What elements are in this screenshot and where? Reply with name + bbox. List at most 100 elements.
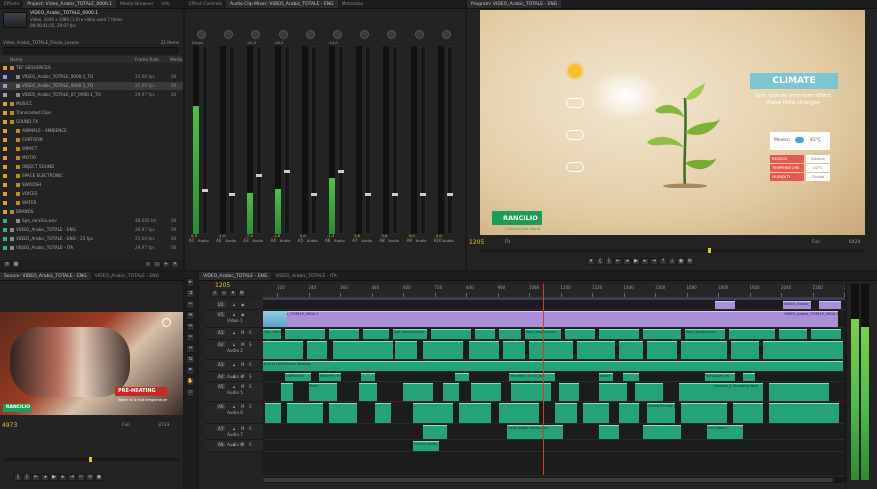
fader-handle[interactable] (446, 192, 453, 196)
track-id[interactable]: A1 (217, 330, 225, 335)
audio-clip[interactable] (511, 383, 551, 401)
pan-knob[interactable] (441, 30, 451, 39)
source-timecode[interactable]: 4973 (2, 422, 17, 429)
project-tab-2[interactable]: Media Browser (116, 0, 157, 8)
audio-clip[interactable] (565, 329, 595, 339)
audio-clip[interactable] (681, 341, 727, 359)
audio-clip[interactable] (729, 329, 775, 339)
audio-clip[interactable] (263, 341, 303, 359)
audio-clip[interactable]: Mysteric Tra (319, 373, 341, 381)
project-item[interactable]: VIDEO_Arabic_TOTALE - ENG 29,97 fps 00 (0, 226, 183, 234)
project-item[interactable]: CARTOON (0, 136, 183, 144)
audio-clip[interactable] (599, 329, 639, 339)
step-back-icon[interactable]: ◂ (41, 474, 49, 481)
pan-knob[interactable] (251, 30, 261, 39)
mute-icon[interactable]: M (241, 442, 244, 447)
play-icon[interactable]: ▶ (632, 258, 640, 265)
audio-clip[interactable]: Swoosh_1 Shooting Wire (713, 383, 763, 401)
mute-icon[interactable]: M (241, 384, 244, 389)
lock-icon[interactable]: 🔒︎ (233, 330, 235, 335)
audio-clip[interactable]: CARTOON (285, 373, 311, 381)
lock-icon[interactable]: 🔒︎ (233, 342, 235, 347)
program-timecode[interactable]: 1205 (469, 239, 484, 246)
track-header-a2[interactable]: A2 Audio 2 🔒︎ M S (205, 340, 263, 360)
icon-view-icon[interactable]: ▦ (12, 261, 20, 268)
audio-clip[interactable] (499, 329, 521, 339)
audio-clip[interactable] (577, 341, 615, 359)
track-header-v1[interactable]: V1 Video 1 🔒︎ ◉ (205, 310, 263, 328)
lock-icon[interactable]: 🔒︎ (233, 442, 235, 447)
fader-handle[interactable] (256, 174, 263, 178)
audio-clip[interactable] (363, 329, 389, 339)
track-id[interactable]: A7 (217, 426, 225, 431)
fader-handle[interactable] (229, 192, 236, 196)
project-item[interactable]: OBJECT SOUND (0, 163, 183, 171)
lock-icon[interactable]: 🔒︎ (233, 374, 235, 379)
project-item[interactable]: IMPACT (0, 145, 183, 153)
timeline-tab-0[interactable]: VIDEO_Arabic_TOTALE - ENG (199, 272, 272, 280)
audio-clip[interactable] (679, 383, 715, 401)
fader-handle[interactable] (419, 192, 426, 196)
audio-clip[interactable] (769, 383, 829, 401)
step-forward-icon[interactable]: ▸ (641, 258, 649, 265)
audio-clip[interactable] (455, 373, 469, 381)
go-to-in-icon[interactable]: ⇤ (614, 258, 622, 265)
audio-clip[interactable] (499, 403, 539, 423)
audio-clip[interactable] (643, 329, 681, 339)
track-header-a5[interactable]: A5 Audio 5 🔒︎ M S (205, 382, 263, 402)
project-item[interactable]: VOICES (0, 190, 183, 198)
col-media[interactable]: Media (170, 56, 183, 63)
play-icon[interactable]: ▶ (50, 474, 58, 481)
new-item-icon[interactable]: + (162, 261, 170, 268)
video-clip[interactable]: VIDEO_Arabic_TOTALE_0000.1 (783, 311, 838, 327)
timeline-ruler[interactable]: 120 240 360 480 600 720 840 960 1080 1200 1320 1440… (263, 284, 845, 298)
source-tab-1[interactable]: VIDEO_Arabic_TOTALE - ENG (91, 272, 163, 280)
slide-tool-icon[interactable]: ⇆ (186, 355, 195, 364)
audio-clip[interactable]: Long water wacky.wav (507, 425, 563, 439)
video-clip[interactable]: VIDEO_Arabic_TOTALE_0000.1 (263, 311, 783, 327)
audio-clip[interactable]: Ice Cubes_m (705, 373, 735, 381)
audio-clip[interactable] (619, 341, 643, 359)
audio-clip[interactable] (559, 383, 579, 401)
mute-icon[interactable]: M (241, 330, 244, 335)
mark-out-icon[interactable]: } (605, 258, 613, 265)
volume-fader[interactable] (202, 46, 208, 234)
mixer-tab-0[interactable]: Effect Controls (185, 0, 226, 8)
tab-program[interactable]: Program: VIDEO_Arabic_TOTALE - ENG (467, 0, 562, 8)
project-tab-0[interactable]: Effects (0, 0, 23, 8)
fader-handle[interactable] (365, 192, 372, 196)
pan-knob[interactable] (305, 30, 315, 39)
trash-icon[interactable]: ✕ (171, 261, 179, 268)
source-tab-0[interactable]: Source: VIDEO_Arabic_TOTALE - ENG (0, 272, 91, 280)
pan-knob[interactable] (333, 30, 342, 39)
search-icon[interactable]: ⌕ (144, 261, 152, 268)
pan-knob[interactable] (224, 30, 234, 39)
audio-clip[interactable] (619, 403, 639, 423)
go-to-in-icon[interactable]: ⇤ (32, 474, 40, 481)
audio-clip[interactable] (529, 341, 573, 359)
track-id[interactable]: V1 (217, 312, 225, 317)
audio-clip[interactable] (503, 341, 525, 359)
eye-icon[interactable]: ◉ (241, 312, 245, 317)
project-item[interactable]: WATER (0, 199, 183, 207)
snap-icon[interactable]: ∩ (211, 290, 219, 297)
track-header-v2[interactable]: V2 🔒︎ ◉ (205, 300, 263, 310)
solo-icon[interactable]: S (249, 362, 252, 367)
solo-icon[interactable]: S (249, 330, 252, 335)
audio-clip[interactable] (307, 341, 327, 359)
audio-clip[interactable] (779, 329, 807, 339)
project-item[interactable]: SOUND FX (0, 118, 183, 126)
extract-icon[interactable]: ⇣ (668, 258, 676, 265)
track-id[interactable]: A5 (217, 384, 225, 389)
volume-fader[interactable] (446, 46, 453, 234)
audio-clip[interactable]: Ice Cubes 7 (707, 425, 743, 439)
rate-stretch-tool-icon[interactable]: ↔ (186, 322, 195, 331)
fader-handle[interactable] (338, 170, 344, 174)
audio-clip[interactable]: Spk_rancilio.wav (263, 329, 281, 339)
pan-knob[interactable] (414, 30, 424, 39)
solo-icon[interactable]: S (249, 384, 252, 389)
volume-fader[interactable] (365, 46, 372, 234)
track-header-a1[interactable]: A1 🔒︎ M S (205, 328, 263, 340)
audio-clip[interactable] (681, 403, 727, 423)
mixer-tab-2[interactable]: Metadata (338, 0, 367, 8)
